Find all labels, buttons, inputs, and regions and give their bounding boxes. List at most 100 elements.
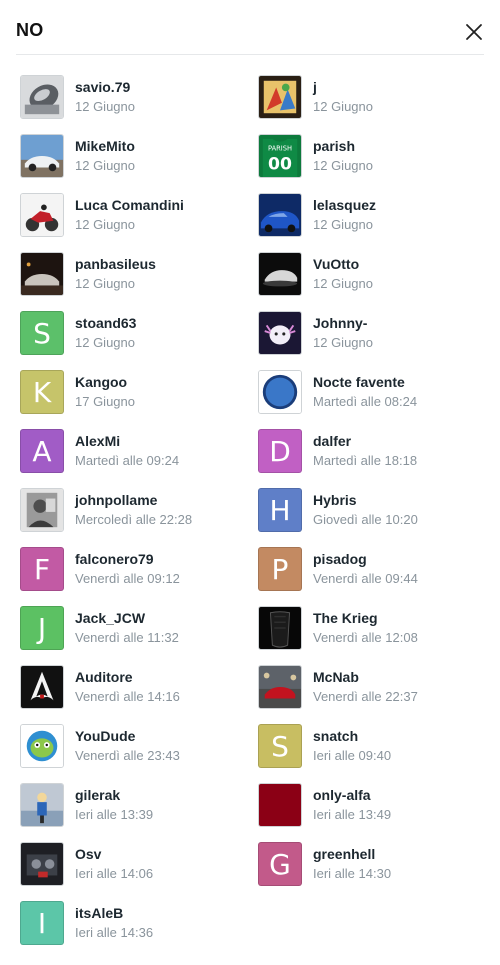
voter-name[interactable]: pisadog bbox=[313, 551, 367, 567]
avatar[interactable] bbox=[258, 665, 302, 709]
avatar[interactable] bbox=[20, 193, 64, 237]
voter-item[interactable]: Osv Ieri alle 14:06 bbox=[20, 842, 250, 888]
avatar[interactable] bbox=[20, 75, 64, 119]
voter-name[interactable]: dalfer bbox=[313, 433, 351, 449]
avatar[interactable] bbox=[258, 75, 302, 119]
voter-item[interactable]: McNab Venerdì alle 22:37 bbox=[258, 665, 488, 711]
avatar[interactable] bbox=[20, 842, 64, 886]
dialog-title: NO bbox=[16, 20, 44, 40]
voter-item[interactable]: Ffalconero79 Venerdì alle 09:12 bbox=[20, 547, 250, 593]
avatar[interactable]: P bbox=[258, 547, 302, 591]
avatar[interactable]: I bbox=[20, 901, 64, 945]
voter-name[interactable]: Jack_JCW bbox=[75, 610, 145, 626]
voter-item[interactable]: H Hybris Giovedì alle 10:20 bbox=[258, 488, 488, 534]
voter-name[interactable]: The Krieg bbox=[313, 610, 378, 626]
voter-name[interactable]: Nocte favente bbox=[313, 374, 405, 390]
avatar[interactable] bbox=[20, 665, 64, 709]
voter-name[interactable]: Kangoo bbox=[75, 374, 127, 390]
vote-date: 17 Giugno bbox=[75, 394, 135, 409]
vote-date: Giovedì alle 10:20 bbox=[313, 512, 418, 527]
avatar[interactable]: S bbox=[20, 311, 64, 355]
avatar[interactable] bbox=[258, 252, 302, 296]
vote-date: Venerdì alle 14:16 bbox=[75, 689, 180, 704]
voter-item[interactable]: MikeMito 12 Giugno bbox=[20, 134, 250, 180]
avatar[interactable]: D bbox=[258, 429, 302, 473]
voter-item[interactable]: Ppisadog Venerdì alle 09:44 bbox=[258, 547, 488, 593]
voter-name[interactable]: YouDude bbox=[75, 728, 135, 744]
voter-item[interactable]: PARISH 00 parish 12 Giugno bbox=[258, 134, 488, 180]
voter-name[interactable]: MikeMito bbox=[75, 138, 135, 154]
voter-name[interactable]: itsAleB bbox=[75, 905, 123, 921]
voter-item[interactable]: lelasquez 12 Giugno bbox=[258, 193, 488, 239]
vote-date: Venerdì alle 09:44 bbox=[313, 571, 418, 586]
avatar[interactable] bbox=[20, 252, 64, 296]
avatar[interactable] bbox=[20, 724, 64, 768]
vote-date: 12 Giugno bbox=[75, 158, 135, 173]
vote-date: Martedì alle 18:18 bbox=[313, 453, 418, 468]
voter-item[interactable]: YouDude Venerdì alle 23:43 bbox=[20, 724, 250, 770]
voter-item[interactable]: johnpollame Mercoledì alle 22:28 bbox=[20, 488, 250, 534]
avatar[interactable]: J bbox=[20, 606, 64, 650]
voter-name[interactable]: stoand63 bbox=[75, 315, 136, 331]
voter-item[interactable]: Ggreenhell Ieri alle 14:30 bbox=[258, 842, 488, 888]
voter-item[interactable]: IitsAleB Ieri alle 14:36 bbox=[20, 901, 250, 947]
voter-name[interactable]: falconero79 bbox=[75, 551, 154, 567]
avatar[interactable] bbox=[258, 311, 302, 355]
voter-name[interactable]: only-alfa bbox=[313, 787, 371, 803]
voter-item[interactable]: Auditore Venerdì alle 14:16 bbox=[20, 665, 250, 711]
avatar[interactable]: A bbox=[20, 429, 64, 473]
avatar[interactable] bbox=[258, 783, 302, 827]
voter-item[interactable]: Sstoand63 12 Giugno bbox=[20, 311, 250, 357]
avatar[interactable]: F bbox=[20, 547, 64, 591]
voter-name[interactable]: Luca Comandini bbox=[75, 197, 184, 213]
vote-date: 12 Giugno bbox=[313, 276, 373, 291]
avatar[interactable]: H bbox=[258, 488, 302, 532]
voter-name[interactable]: j bbox=[313, 79, 317, 95]
voter-item[interactable]: Luca Comandini 12 Giugno bbox=[20, 193, 250, 239]
voter-name[interactable]: greenhell bbox=[313, 846, 375, 862]
avatar[interactable] bbox=[20, 488, 64, 532]
voter-name[interactable]: parish bbox=[313, 138, 355, 154]
voter-item[interactable]: A AlexMi Martedì alle 09:24 bbox=[20, 429, 250, 475]
close-icon[interactable] bbox=[461, 19, 487, 45]
avatar[interactable]: PARISH 00 bbox=[258, 134, 302, 178]
voter-item[interactable]: Ddalfer Martedì alle 18:18 bbox=[258, 429, 488, 475]
voter-item[interactable]: panbasileus 12 Giugno bbox=[20, 252, 250, 298]
voter-name[interactable]: Osv bbox=[75, 846, 101, 862]
voter-name[interactable]: lelasquez bbox=[313, 197, 376, 213]
avatar[interactable] bbox=[20, 134, 64, 178]
voter-name[interactable]: Johnny- bbox=[313, 315, 367, 331]
avatar[interactable] bbox=[258, 193, 302, 237]
avatar[interactable] bbox=[258, 370, 302, 414]
voter-name[interactable]: VuOtto bbox=[313, 256, 359, 272]
voter-item[interactable]: Ssnatch Ieri alle 09:40 bbox=[258, 724, 488, 770]
vote-date: 12 Giugno bbox=[75, 335, 135, 350]
voter-item[interactable]: only-alfa Ieri alle 13:49 bbox=[258, 783, 488, 829]
voter-name[interactable]: Hybris bbox=[313, 492, 357, 508]
voter-item[interactable]: The Krieg Venerdì alle 12:08 bbox=[258, 606, 488, 652]
avatar[interactable] bbox=[20, 783, 64, 827]
avatar[interactable] bbox=[258, 606, 302, 650]
voter-name[interactable]: McNab bbox=[313, 669, 359, 685]
voter-name[interactable]: snatch bbox=[313, 728, 358, 744]
avatar[interactable]: S bbox=[258, 724, 302, 768]
voter-item[interactable]: VuOtto 12 Giugno bbox=[258, 252, 488, 298]
voter-item[interactable]: K Kangoo 17 Giugno bbox=[20, 370, 250, 416]
voter-name[interactable]: Auditore bbox=[75, 669, 133, 685]
vote-date: Ieri alle 09:40 bbox=[313, 748, 392, 763]
voter-item[interactable]: Nocte favente Martedì alle 08:24 bbox=[258, 370, 488, 416]
vote-date: Ieri alle 13:49 bbox=[313, 807, 392, 822]
voter-name[interactable]: AlexMi bbox=[75, 433, 120, 449]
voter-name[interactable]: panbasileus bbox=[75, 256, 156, 272]
voter-item[interactable]: Johnny- 12 Giugno bbox=[258, 311, 488, 357]
voter-item[interactable]: j 12 Giugno bbox=[258, 75, 488, 121]
avatar[interactable]: K bbox=[20, 370, 64, 414]
voter-name[interactable]: gilerak bbox=[75, 787, 120, 803]
voter-item[interactable]: J Jack_JCW Venerdì alle 11:32 bbox=[20, 606, 250, 652]
avatar-letter: H bbox=[269, 493, 291, 527]
voter-name[interactable]: johnpollame bbox=[75, 492, 157, 508]
voter-item[interactable]: gilerak Ieri alle 13:39 bbox=[20, 783, 250, 829]
avatar[interactable]: G bbox=[258, 842, 302, 886]
voter-item[interactable]: savio.79 12 Giugno bbox=[20, 75, 250, 121]
voter-name[interactable]: savio.79 bbox=[75, 79, 130, 95]
